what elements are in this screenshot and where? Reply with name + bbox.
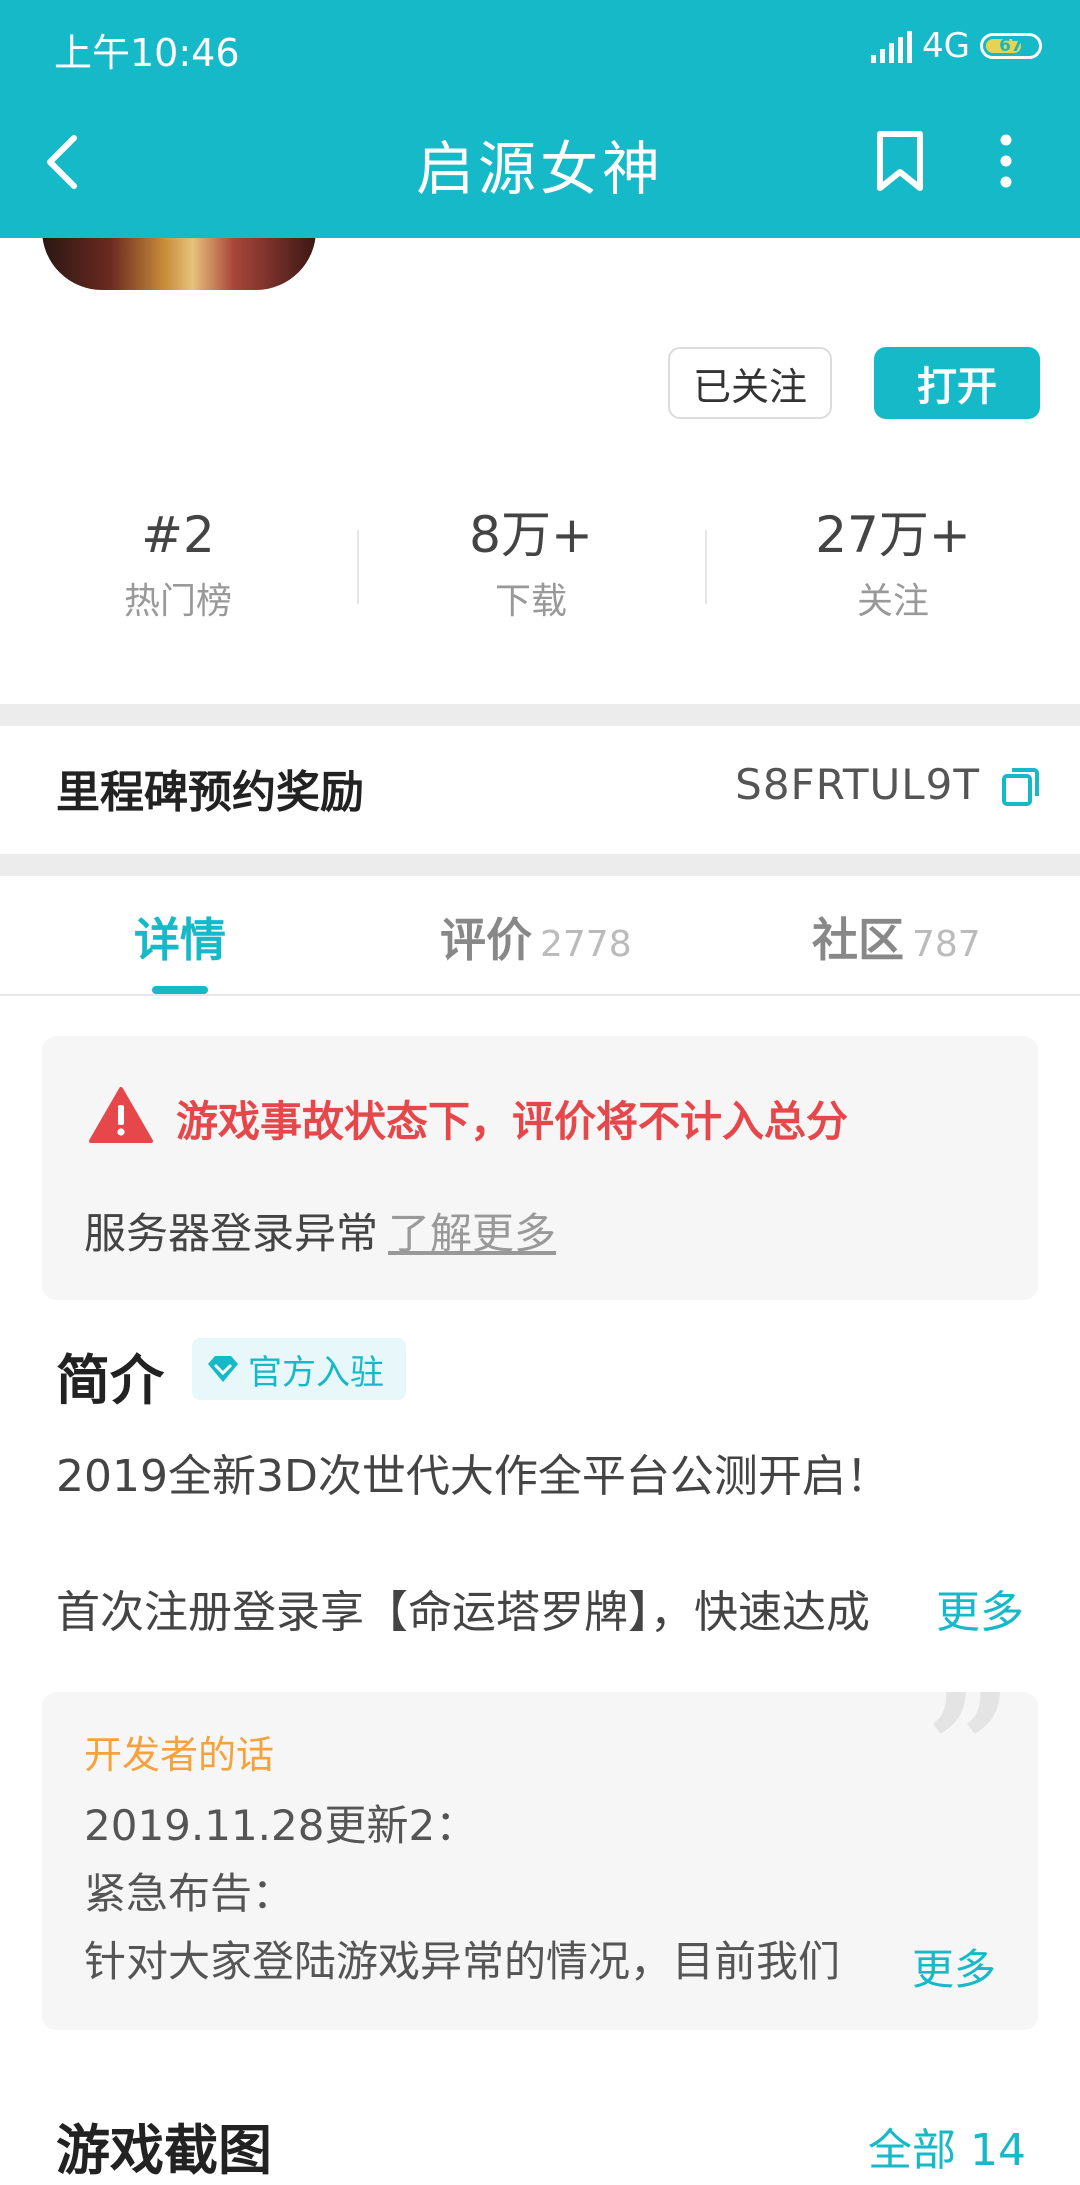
quote-icon: ”: [925, 1692, 1012, 1836]
battery-icon: 67: [980, 33, 1042, 59]
screenshots-title: 游戏截图: [56, 2119, 272, 2182]
followed-button[interactable]: 已关注: [668, 347, 832, 419]
stat-label: 关注: [856, 581, 929, 622]
warning-icon: [89, 1087, 153, 1143]
section-divider: [0, 854, 1080, 876]
tab-bar: 详情 评价 2778 社区 787: [0, 876, 1080, 996]
stat-value: 8万+: [469, 506, 593, 564]
copy-icon[interactable]: [1000, 766, 1040, 808]
milestone-title: 里程碑预约奖励: [56, 767, 364, 818]
developer-text: 2019.11.28更新2：: [84, 1801, 478, 1850]
tab-count: 2778: [540, 924, 632, 965]
tab-count: 787: [912, 924, 981, 965]
intro-text: 首次注册登录享【命运塔罗牌】，快速达成: [56, 1587, 870, 1638]
official-badge: 官方入驻: [192, 1338, 406, 1400]
stats-row: #2 热门榜 8万+ 下载 27万+ 关注: [0, 500, 1080, 650]
intro-text: 2019全新3D次世代大作全平台公测开启！: [56, 1451, 890, 1502]
tab-community[interactable]: 社区 787: [812, 904, 981, 970]
stat-value: #2: [141, 506, 215, 564]
stat-label: 下载: [494, 581, 567, 622]
learn-more-link[interactable]: 了解更多: [388, 1209, 556, 1258]
diamond-icon: [208, 1356, 238, 1382]
tab-indicator: [152, 986, 208, 994]
badge-label: 官方入驻: [248, 1352, 384, 1393]
stat-divider: [357, 530, 359, 604]
incident-notice: 游戏事故状态下，评价将不计入总分 服务器登录异常 了解更多: [42, 1036, 1038, 1300]
notice-body: 服务器登录异常 了解更多: [84, 1200, 556, 1261]
developer-notes-title: 开发者的话: [84, 1733, 275, 1777]
stat-followers: 27万+ 关注: [743, 500, 1043, 630]
developer-text: 针对大家登陆游戏异常的情况，目前我们: [84, 1937, 841, 1986]
milestone-reward[interactable]: 里程碑预约奖励 S8FRTUL9T: [0, 726, 1080, 854]
notice-title: 游戏事故状态下，评价将不计入总分: [176, 1097, 849, 1146]
tab-reviews[interactable]: 评价 2778: [440, 904, 632, 970]
tab-label: 社区: [812, 913, 904, 967]
stat-downloads: 8万+ 下载: [381, 500, 681, 630]
bookmark-icon[interactable]: [872, 130, 928, 192]
tab-label: 评价: [440, 913, 532, 967]
status-indicators: 4G 67: [871, 24, 1042, 68]
tab-details[interactable]: 详情: [134, 904, 226, 970]
notice-text: 服务器登录异常: [84, 1209, 379, 1258]
intro-more-link[interactable]: 更多: [896, 1576, 1024, 1640]
stat-label: 热门榜: [123, 581, 232, 622]
battery-level: 67: [999, 36, 1023, 56]
tab-label: 详情: [134, 913, 226, 967]
status-time: 上午10:46: [54, 31, 240, 75]
view-all-screenshots-link[interactable]: 全部 14: [868, 2114, 1026, 2178]
open-button[interactable]: 打开: [874, 347, 1040, 419]
developer-text: 紧急布告：: [84, 1869, 295, 1918]
developer-more-link[interactable]: 更多: [881, 1936, 996, 1997]
section-divider: [0, 704, 1080, 726]
more-options-icon[interactable]: [984, 130, 1028, 192]
stat-rank[interactable]: #2 热门榜: [28, 500, 328, 630]
milestone-code: S8FRTUL9T: [735, 760, 980, 809]
stat-divider: [705, 530, 707, 604]
intro-title: 简介: [56, 1349, 164, 1412]
signal-icon: [871, 29, 913, 63]
developer-notes: ” 开发者的话 2019.11.28更新2： 紧急布告： 针对大家登陆游戏异常的…: [42, 1692, 1038, 2030]
stat-value: 27万+: [815, 506, 971, 564]
top-header: 上午10:46 4G 67 启源女神: [0, 0, 1080, 238]
network-type: 4G: [922, 26, 970, 66]
